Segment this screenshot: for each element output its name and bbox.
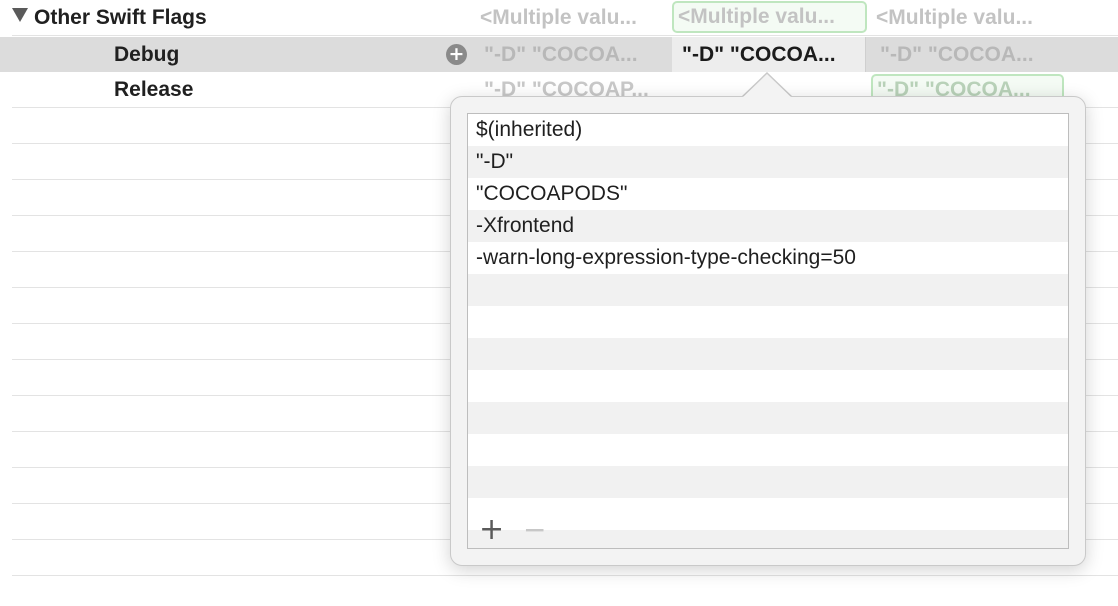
empty-row (468, 306, 1068, 338)
config-label: Release (114, 78, 194, 101)
setting-value-project[interactable]: <Multiple valu... (876, 0, 1056, 35)
empty-row (468, 274, 1068, 306)
add-item-button[interactable]: + (479, 515, 504, 545)
empty-row (468, 402, 1068, 434)
list-item[interactable]: "-D" (468, 146, 1068, 178)
setting-row-other-swift-flags[interactable]: Other Swift Flags <Multiple valu... <Mul… (0, 0, 1118, 35)
list-item[interactable]: -warn-long-expression-type-checking=50 (468, 242, 1068, 274)
list-item[interactable]: $(inherited) (468, 114, 1068, 146)
plus-circle-icon[interactable]: + (446, 44, 467, 65)
flags-list[interactable]: $(inherited) "-D" "COCOAPODS" -Xfrontend… (467, 113, 1069, 549)
empty-row (468, 338, 1068, 370)
empty-row (468, 370, 1068, 402)
empty-row (468, 434, 1068, 466)
list-footer: + − (467, 513, 1069, 549)
debug-value-target[interactable]: "-D" "COCOA... (672, 37, 866, 72)
empty-row (468, 466, 1068, 498)
debug-value-project[interactable]: "-D" "COCOA... (880, 37, 1060, 72)
config-row-debug[interactable]: Debug "-D" "COCOA... "-D" "COCOA... "-D"… (0, 37, 1118, 72)
setting-value-target[interactable]: <Multiple valu... (672, 1, 867, 33)
debug-value-resolved[interactable]: "-D" "COCOA... (484, 37, 670, 72)
popover-arrow-fill (742, 74, 792, 98)
config-label: Debug (114, 43, 180, 66)
list-item[interactable]: -Xfrontend (468, 210, 1068, 242)
remove-item-button[interactable]: − (523, 515, 546, 545)
list-item[interactable]: "COCOAPODS" (468, 178, 1068, 210)
setting-title: Other Swift Flags (34, 6, 207, 29)
disclosure-triangle-down-icon[interactable] (12, 8, 28, 22)
setting-value-resolved[interactable]: <Multiple valu... (480, 0, 666, 35)
